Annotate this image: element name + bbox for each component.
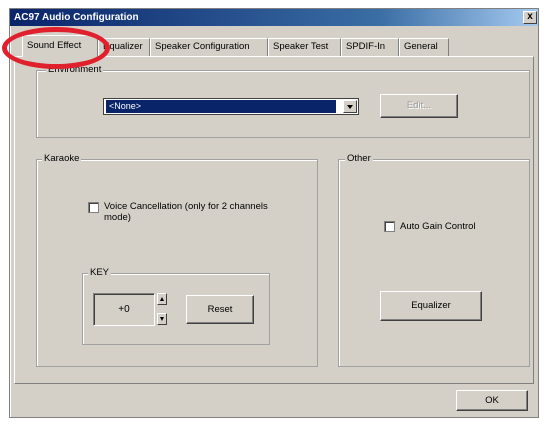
key-increment-button[interactable] [157,293,167,305]
key-decrement-button[interactable] [157,313,167,325]
karaoke-group-label: Karaoke [42,153,82,165]
reset-button[interactable]: Reset [186,295,254,324]
equalizer-button[interactable]: Equalizer [380,291,482,321]
title-bar[interactable]: AC97 Audio Configuration x [10,9,538,26]
ok-button-label: OK [485,395,499,406]
tab-spdif-in[interactable]: SPDIF-In [341,38,399,56]
ok-button[interactable]: OK [456,390,528,411]
reset-button-label: Reset [207,304,233,315]
tab-label: Speaker Configuration [155,41,250,52]
chevron-down-icon[interactable] [343,100,357,113]
equalizer-button-label: Equalizer [411,300,451,311]
close-icon: x [527,11,533,22]
edit-button[interactable]: Edit... [380,94,458,118]
tab-label: SPDIF-In [346,41,386,52]
arrow-down-icon [160,317,164,321]
close-button[interactable]: x [523,11,537,24]
environment-dropdown[interactable]: <None> [103,98,359,115]
voice-cancellation-label: Voice Cancellation (only for 2 channels … [104,201,268,223]
key-value: +0 [118,304,130,315]
tab-speaker-test[interactable]: Speaker Test [268,38,341,56]
window-title: AC97 Audio Configuration [14,12,139,23]
other-group-label: Other [345,153,373,165]
other-group [338,159,530,367]
voice-cancellation-checkbox[interactable] [88,202,99,213]
arrow-up-icon [160,297,164,301]
tab-speaker-configuration[interactable]: Speaker Configuration [150,38,268,56]
environment-selected-value: <None> [106,100,336,113]
highlight-ellipse [2,27,110,69]
key-value-field[interactable]: +0 [93,293,155,326]
auto-gain-checkbox[interactable] [384,221,395,232]
auto-gain-label: Auto Gain Control [400,221,476,232]
key-group-label: KEY [88,267,112,279]
tab-general[interactable]: General [399,38,449,56]
tab-label: Speaker Test [273,41,329,52]
tab-label: General [404,41,438,52]
edit-button-label: Edit... [406,100,432,111]
